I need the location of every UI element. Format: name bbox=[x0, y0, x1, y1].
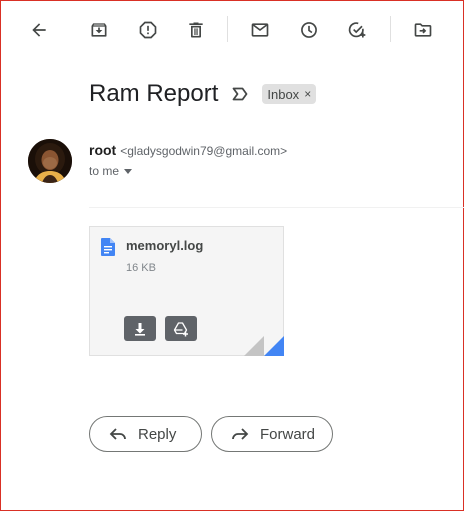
mark-unread-button[interactable] bbox=[245, 15, 275, 45]
download-icon bbox=[135, 322, 145, 336]
forward-button[interactable]: Forward bbox=[211, 416, 333, 452]
add-to-drive-icon bbox=[173, 321, 188, 336]
reply-button[interactable]: Reply bbox=[89, 416, 202, 452]
sender-avatar[interactable] bbox=[28, 139, 72, 183]
add-to-tasks-button[interactable] bbox=[342, 15, 372, 45]
document-file-icon bbox=[101, 238, 115, 256]
snooze-button[interactable] bbox=[294, 15, 324, 45]
forward-arrow-icon bbox=[232, 428, 249, 440]
divider bbox=[89, 207, 464, 208]
back-button[interactable] bbox=[24, 15, 54, 45]
add-to-tasks-icon bbox=[348, 22, 366, 38]
delete-icon bbox=[189, 22, 203, 38]
label-text: Inbox bbox=[267, 86, 300, 102]
sender-line: root <gladysgodwin79@gmail.com> bbox=[89, 142, 287, 158]
move-to-button[interactable] bbox=[408, 15, 438, 45]
inbox-label-chip: Inbox × bbox=[262, 84, 317, 104]
recipient-text: to me bbox=[89, 164, 120, 178]
archive-button[interactable] bbox=[84, 15, 114, 45]
email-subject: Ram Report bbox=[89, 80, 219, 107]
save-to-drive-button[interactable] bbox=[165, 316, 197, 341]
archive-icon bbox=[91, 23, 107, 37]
snooze-icon bbox=[301, 22, 317, 38]
subject-row: Ram Report Inbox × bbox=[89, 78, 317, 110]
attachment-filename: memoryl.log bbox=[126, 238, 204, 253]
attachment-size: 16 KB bbox=[126, 262, 156, 274]
forward-label: Forward bbox=[260, 425, 316, 443]
mark-unread-icon bbox=[251, 23, 269, 37]
delete-button[interactable] bbox=[181, 15, 211, 45]
recipient-details-toggle[interactable]: to me bbox=[89, 164, 133, 178]
back-arrow-icon bbox=[32, 23, 46, 37]
sender-email: <gladysgodwin79@gmail.com> bbox=[120, 144, 288, 158]
move-to-icon bbox=[414, 23, 432, 37]
toolbar-separator bbox=[227, 16, 228, 42]
caret-down-icon bbox=[124, 168, 133, 174]
report-spam-icon bbox=[139, 21, 157, 39]
toolbar-separator bbox=[390, 16, 391, 42]
reply-label: Reply bbox=[138, 425, 177, 443]
reply-arrow-icon bbox=[109, 428, 126, 440]
toolbar bbox=[0, 0, 464, 60]
attachment-corner-fold bbox=[244, 336, 284, 356]
attachment-card[interactable]: memoryl.log 16 KB bbox=[89, 226, 284, 356]
report-spam-button[interactable] bbox=[133, 15, 163, 45]
download-button[interactable] bbox=[124, 316, 156, 341]
importance-marker-icon[interactable] bbox=[232, 85, 250, 103]
sender-name[interactable]: root bbox=[89, 142, 116, 158]
remove-label-icon[interactable]: × bbox=[304, 87, 311, 101]
